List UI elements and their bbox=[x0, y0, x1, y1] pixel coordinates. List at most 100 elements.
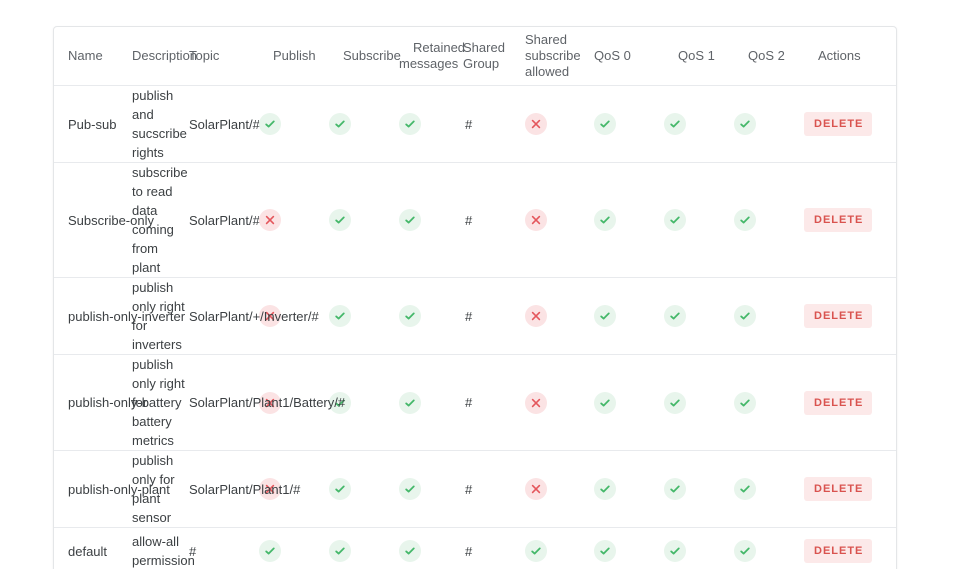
cell-name: publish-only-plant bbox=[54, 450, 170, 528]
cell-qos2 bbox=[734, 528, 804, 569]
cross-icon bbox=[525, 113, 547, 135]
cell-qos2 bbox=[734, 450, 804, 528]
delete-button[interactable]: DELETE bbox=[804, 304, 873, 328]
delete-button[interactable]: DELETE bbox=[804, 539, 873, 564]
cell-retained-messages bbox=[399, 162, 463, 278]
table-row[interactable]: Subscribe-only subscribe to read data com… bbox=[54, 162, 896, 278]
table-row[interactable]: Pub-sub publish and sucscribe rights Solar… bbox=[54, 85, 896, 163]
acl-shared-group: # bbox=[465, 212, 473, 228]
acl-name: publish-only-plant bbox=[68, 481, 170, 497]
cell-qos2 bbox=[734, 85, 804, 163]
cell-shared-group: # bbox=[463, 528, 525, 569]
check-icon bbox=[329, 540, 351, 563]
column-header-description-label: Description bbox=[132, 48, 198, 63]
column-header-subscribe[interactable]: Subscribe bbox=[329, 27, 401, 86]
cell-retained-messages bbox=[399, 85, 463, 163]
cell-shared-group: # bbox=[463, 277, 525, 355]
check-icon bbox=[525, 540, 547, 563]
check-icon bbox=[734, 478, 756, 500]
cell-subscribe bbox=[329, 85, 399, 163]
acl-name: publish-only-inverter bbox=[68, 308, 186, 324]
check-icon bbox=[594, 391, 616, 414]
cell-qos0 bbox=[594, 162, 664, 278]
check-icon bbox=[329, 113, 351, 135]
acl-shared-group: # bbox=[465, 308, 473, 324]
acl-description: allow-all permission bbox=[132, 534, 195, 569]
cell-retained-messages bbox=[399, 277, 463, 355]
cell-publish bbox=[259, 162, 329, 278]
cell-subscribe bbox=[329, 277, 399, 355]
cell-subscribe bbox=[329, 528, 399, 569]
cell-publish bbox=[259, 85, 329, 163]
delete-button[interactable]: DELETE bbox=[804, 390, 873, 415]
cell-shared-subscribe-allowed bbox=[525, 354, 594, 451]
acl-description: publish and sucscribe rights bbox=[132, 88, 187, 160]
acl-topic: SolarPlant/Plant1/# bbox=[189, 481, 301, 497]
cell-qos1 bbox=[664, 354, 734, 451]
check-icon bbox=[399, 113, 421, 135]
column-header-actions[interactable]: Actions bbox=[804, 27, 896, 86]
cross-icon bbox=[525, 478, 547, 500]
cell-shared-subscribe-allowed bbox=[525, 162, 594, 278]
check-icon bbox=[594, 113, 616, 135]
column-header-shared-group-label: Shared Group bbox=[463, 40, 505, 71]
check-icon bbox=[734, 391, 756, 414]
acl-name: Pub-sub bbox=[68, 116, 117, 132]
column-header-name[interactable]: Name bbox=[54, 27, 132, 86]
acl-topic: SolarPlant/Plant1/Battery/# bbox=[189, 393, 345, 412]
column-header-description[interactable]: Description bbox=[132, 27, 197, 86]
column-header-subscribe-label: Subscribe bbox=[343, 48, 401, 63]
check-icon bbox=[399, 478, 421, 500]
cell-name: Subscribe-only bbox=[54, 162, 154, 278]
cell-shared-group: # bbox=[463, 354, 525, 451]
table-row[interactable]: default allow-all permission # # DELETE bbox=[54, 528, 896, 569]
acl-topic: SolarPlant/# bbox=[189, 116, 260, 132]
column-header-publish[interactable]: Publish bbox=[259, 27, 329, 86]
check-icon bbox=[664, 113, 686, 135]
check-icon bbox=[594, 478, 616, 500]
table-row[interactable]: publish-only-battery publish only right f… bbox=[54, 354, 896, 451]
delete-button[interactable]: DELETE bbox=[804, 208, 873, 232]
column-header-qos0[interactable]: QoS 0 bbox=[594, 27, 664, 86]
cross-icon bbox=[525, 391, 547, 414]
column-header-qos1[interactable]: QoS 1 bbox=[664, 27, 734, 86]
column-header-actions-label: Actions bbox=[818, 48, 861, 63]
cell-actions: DELETE bbox=[804, 277, 896, 355]
delete-button[interactable]: DELETE bbox=[804, 112, 873, 136]
column-header-shared-group[interactable]: Shared Group bbox=[463, 27, 525, 86]
cell-retained-messages bbox=[399, 450, 463, 528]
column-header-topic-label: Topic bbox=[189, 48, 220, 63]
acl-shared-group: # bbox=[465, 395, 473, 410]
cell-name: Pub-sub bbox=[54, 85, 132, 163]
cell-qos0 bbox=[594, 277, 664, 355]
column-header-shared-subscribe-allowed-label: Shared subscribe allowed bbox=[525, 32, 581, 79]
cell-qos1 bbox=[664, 85, 734, 163]
cross-icon bbox=[525, 305, 547, 327]
column-header-retained-messages[interactable]: Retained messages bbox=[399, 27, 465, 86]
cell-topic: SolarPlant/Plant1/Battery/# bbox=[189, 354, 345, 451]
table-header: Name Description Topic Publish Subscribe… bbox=[54, 27, 896, 86]
cell-qos2 bbox=[734, 277, 804, 355]
table-row[interactable]: publish-only-plant publish only for plant… bbox=[54, 450, 896, 528]
cell-qos2 bbox=[734, 354, 804, 451]
check-icon bbox=[664, 540, 686, 563]
check-icon bbox=[734, 540, 756, 563]
cell-shared-group: # bbox=[463, 162, 525, 278]
cell-topic: # bbox=[189, 528, 259, 569]
cell-shared-group: # bbox=[463, 85, 525, 163]
delete-button[interactable]: DELETE bbox=[804, 477, 873, 501]
check-icon bbox=[734, 209, 756, 231]
cell-actions: DELETE bbox=[804, 162, 896, 278]
acl-name: default bbox=[68, 543, 108, 559]
cross-icon bbox=[525, 209, 547, 231]
table-row[interactable]: publish-only-inverter publish only right … bbox=[54, 277, 896, 355]
column-header-qos2[interactable]: QoS 2 bbox=[734, 27, 804, 86]
check-icon bbox=[329, 305, 351, 327]
cell-retained-messages bbox=[399, 354, 463, 451]
table-body: Pub-sub publish and sucscribe rights Solar… bbox=[54, 85, 896, 569]
cell-actions: DELETE bbox=[804, 528, 896, 569]
column-header-qos2-label: QoS 2 bbox=[748, 48, 785, 63]
column-header-shared-subscribe-allowed[interactable]: Shared subscribe allowed bbox=[525, 27, 594, 86]
column-header-topic[interactable]: Topic bbox=[189, 27, 259, 86]
cell-qos0 bbox=[594, 85, 664, 163]
